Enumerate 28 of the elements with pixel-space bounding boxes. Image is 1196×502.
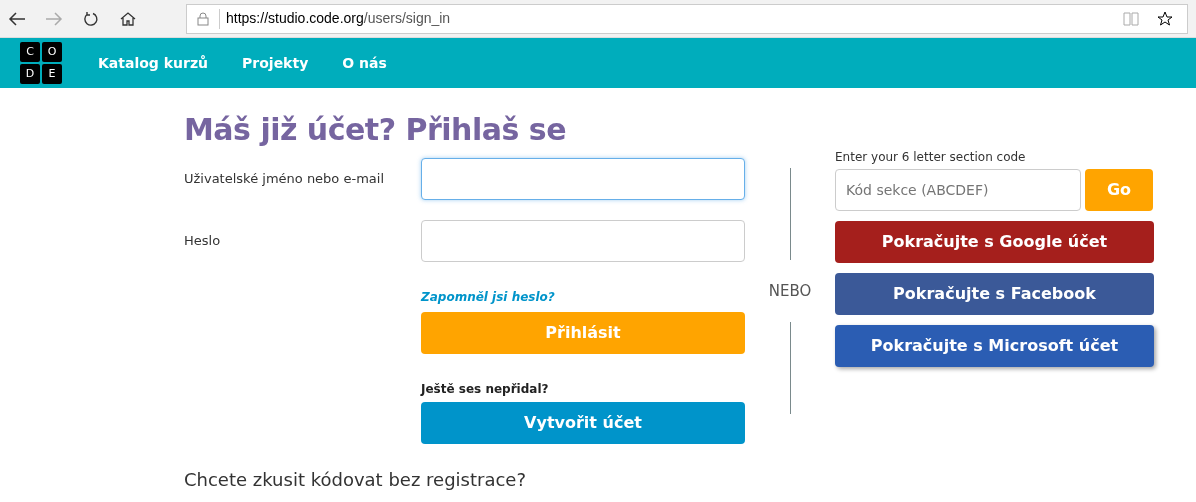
divider-text: NEBO: [768, 280, 812, 302]
microsoft-sign-in-button[interactable]: Pokračujte s Microsoft účet: [835, 325, 1154, 367]
signup-prompt: Ještě ses nepřidal?: [421, 381, 550, 398]
forgot-password-link[interactable]: Zapomněl jsi heslo?: [421, 290, 555, 304]
star-icon[interactable]: [1157, 10, 1173, 27]
page-heading: Máš již účet? Přihlaš se: [184, 112, 567, 148]
lock-icon: [197, 11, 209, 26]
address-bar[interactable]: https://studio.code.org/users/sign_in: [186, 3, 1188, 34]
logo-letter: D: [20, 64, 40, 84]
nav-link[interactable]: O nás: [342, 52, 387, 74]
text-field[interactable]: [421, 158, 745, 200]
logo-letter: O: [42, 42, 62, 62]
logo-letter: E: [42, 64, 62, 84]
facebook-sign-in-button[interactable]: Pokračujte s Facebook: [835, 273, 1154, 315]
nav-link[interactable]: Katalog kurzů: [98, 52, 209, 74]
field-label: Uživatelské jméno nebo e-mail: [184, 171, 384, 187]
field-label: Heslo: [184, 233, 221, 249]
text-field[interactable]: [421, 220, 745, 262]
section-code-label: Enter your 6 letter section code: [835, 149, 1027, 166]
url-text: https://studio.code.org/users/sign_in: [226, 9, 451, 28]
guest-question: Chcete zkusit kódovat bez registrace?: [184, 468, 527, 492]
sign-in-button[interactable]: Přihlásit: [421, 312, 745, 354]
logo-letter: C: [20, 42, 40, 62]
go-button[interactable]: Go: [1085, 169, 1153, 211]
google-sign-in-button[interactable]: Pokračujte s Google účet: [835, 221, 1154, 263]
section-code-field[interactable]: Kód sekce (ABCDEF): [835, 169, 1081, 211]
create-account-button[interactable]: Vytvořit účet: [421, 402, 745, 444]
nav-link[interactable]: Projekty: [242, 52, 309, 74]
